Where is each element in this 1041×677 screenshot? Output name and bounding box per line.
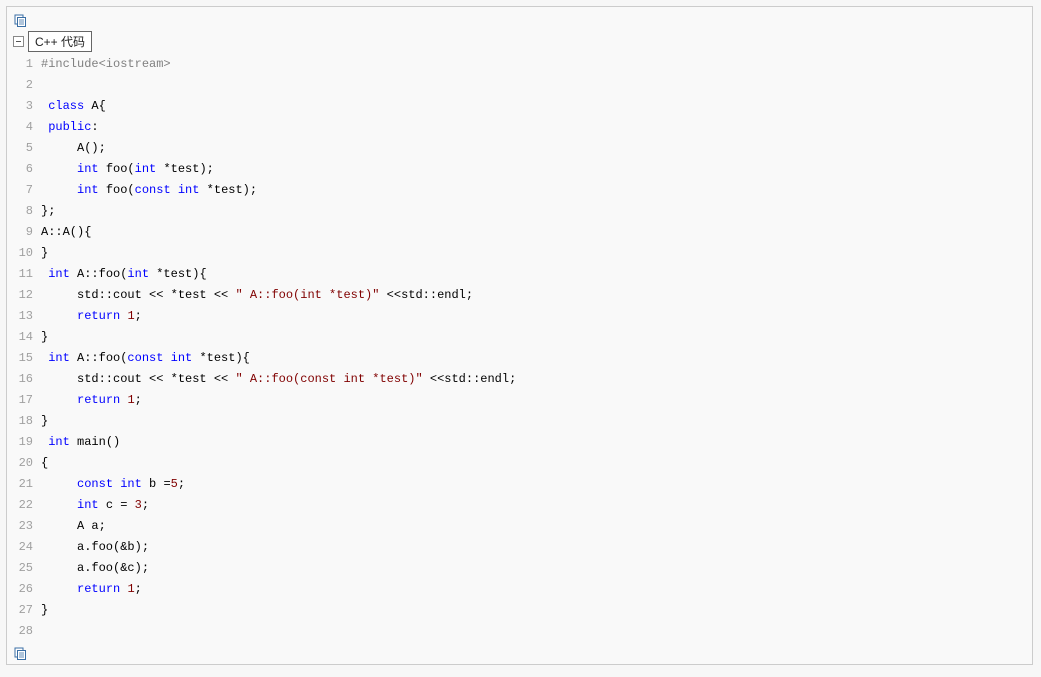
line-number: 9 [15,222,33,243]
code-line: 17 return 1; [15,390,1026,411]
copy-icon[interactable] [13,646,27,660]
code-text: { [41,453,48,474]
line-number: 19 [15,432,33,453]
code-line: 22 int c = 3; [15,495,1026,516]
line-number: 26 [15,579,33,600]
line-number: 5 [15,138,33,159]
line-number: 1 [15,54,33,75]
line-number: 10 [15,243,33,264]
code-text: A::A(){ [41,222,91,243]
code-body: 1#include<iostream>23 class A{4 public:5… [13,54,1026,642]
line-number: 24 [15,537,33,558]
code-header: C++ 代码 [13,31,1026,54]
line-number: 4 [15,117,33,138]
top-toolbar [13,11,1026,31]
collapse-toggle-icon[interactable] [13,36,24,47]
line-number: 15 [15,348,33,369]
code-text: A a; [41,516,106,537]
code-text: }; [41,201,55,222]
line-number: 8 [15,201,33,222]
code-line: 24 a.foo(&b); [15,537,1026,558]
code-line: 21 const int b =5; [15,474,1026,495]
code-text: A(); [41,138,106,159]
line-number: 23 [15,516,33,537]
code-line: 4 public: [15,117,1026,138]
line-number: 16 [15,369,33,390]
code-line: 6 int foo(int *test); [15,159,1026,180]
code-text: const int b =5; [41,474,185,495]
line-number: 27 [15,600,33,621]
code-line: 8}; [15,201,1026,222]
code-text: int foo(const int *test); [41,180,257,201]
code-line: 27} [15,600,1026,621]
code-line: 23 A a; [15,516,1026,537]
code-line: 25 a.foo(&c); [15,558,1026,579]
code-line: 1 #include<iostream> [15,54,1026,75]
line-number: 11 [15,264,33,285]
code-line: 15 int A::foo(const int *test){ [15,348,1026,369]
code-text: std::cout << *test << " A::foo(const int… [41,369,516,390]
bottom-toolbar [13,642,1026,660]
line-number: 13 [15,306,33,327]
line-number: 6 [15,159,33,180]
code-text: int c = 3; [41,495,149,516]
line-number: 25 [15,558,33,579]
code-text: } [41,600,48,621]
code-text: } [41,243,48,264]
code-text: std::cout << *test << " A::foo(int *test… [41,285,473,306]
code-line: 5 A(); [15,138,1026,159]
code-text: #include<iostream> [41,54,171,75]
code-line: 19 int main() [15,432,1026,453]
code-line: 16 std::cout << *test << " A::foo(const … [15,369,1026,390]
line-number: 22 [15,495,33,516]
code-line: 10} [15,243,1026,264]
code-text: int main() [41,432,120,453]
line-number: 3 [15,96,33,117]
code-text: public: [41,117,99,138]
code-text: return 1; [41,306,142,327]
code-text: int A::foo(const int *test){ [41,348,250,369]
code-line: 26 return 1; [15,579,1026,600]
line-number: 7 [15,180,33,201]
code-line: 12 std::cout << *test << " A::foo(int *t… [15,285,1026,306]
code-line: 11 int A::foo(int *test){ [15,264,1026,285]
code-text: int foo(int *test); [41,159,214,180]
code-line: 7 int foo(const int *test); [15,180,1026,201]
code-line: 28 [15,621,1026,642]
line-number: 21 [15,474,33,495]
code-line: 9 A::A(){ [15,222,1026,243]
line-number: 18 [15,411,33,432]
line-number: 17 [15,390,33,411]
line-number: 14 [15,327,33,348]
code-line: 14} [15,327,1026,348]
code-text: a.foo(&b); [41,537,149,558]
line-number: 20 [15,453,33,474]
code-text: return 1; [41,579,142,600]
code-text: } [41,327,48,348]
code-line: 13 return 1; [15,306,1026,327]
language-badge: C++ 代码 [28,31,92,52]
copy-icon[interactable] [13,13,27,27]
code-line: 18} [15,411,1026,432]
code-line: 2 [15,75,1026,96]
line-number: 2 [15,75,33,96]
code-text: int A::foo(int *test){ [41,264,207,285]
code-text: return 1; [41,390,142,411]
code-text: class A{ [41,96,106,117]
code-line: 20 { [15,453,1026,474]
code-text: } [41,411,48,432]
line-number: 12 [15,285,33,306]
code-line: 3 class A{ [15,96,1026,117]
line-number: 28 [15,621,33,642]
code-panel: C++ 代码 1#include<iostream>23 class A{4 p… [6,6,1033,665]
code-text: a.foo(&c); [41,558,149,579]
